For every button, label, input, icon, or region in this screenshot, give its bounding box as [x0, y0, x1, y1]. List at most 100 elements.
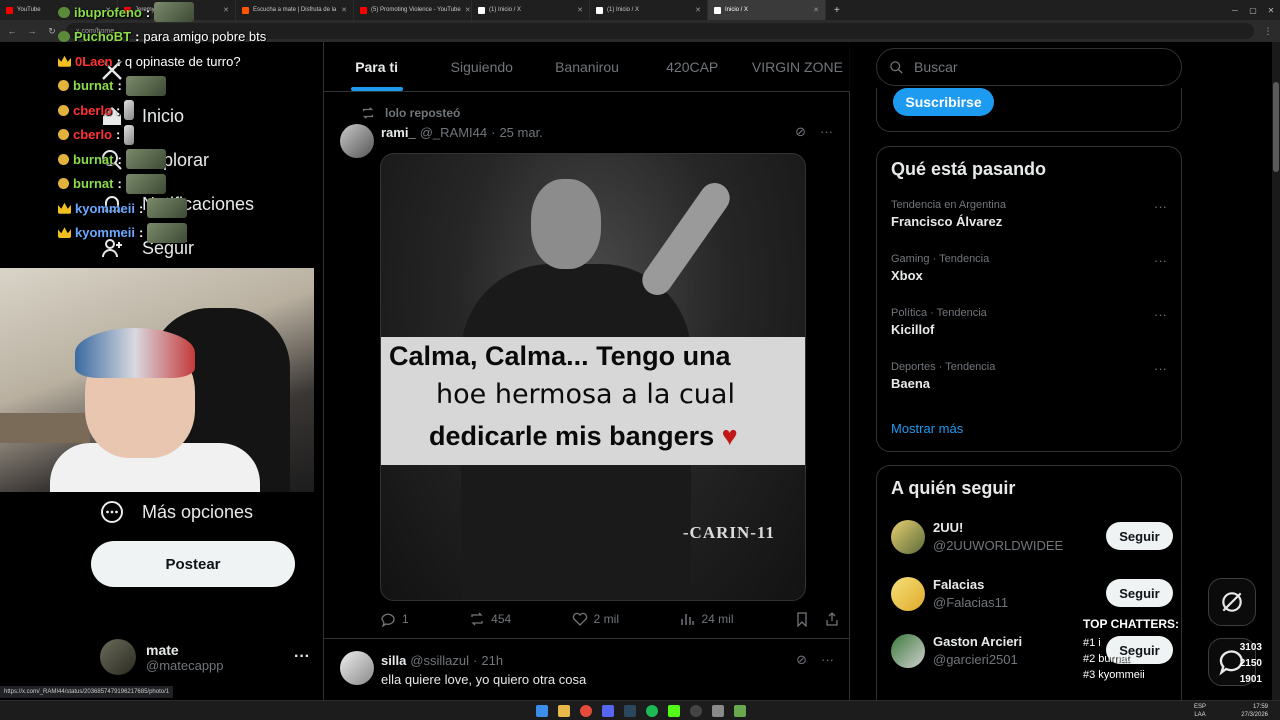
- grok-button[interactable]: [1208, 578, 1256, 626]
- grok-icon[interactable]: ⊘: [796, 652, 807, 668]
- account-switcher[interactable]: mate @matecappp ···: [100, 637, 310, 677]
- tweet-date[interactable]: 25 mar.: [499, 125, 542, 140]
- close-icon[interactable]: ✕: [465, 6, 471, 14]
- trend-item[interactable]: Política · Tendencia Kicillof ···: [891, 307, 1167, 337]
- obs-icon[interactable]: [690, 705, 702, 717]
- repost-indicator: lolo reposteó: [361, 106, 460, 120]
- meme-line-1: Calma, Calma... Tengo una: [389, 341, 731, 371]
- tweet-author-handle[interactable]: @ssillazul: [410, 653, 469, 668]
- browser-tab[interactable]: (1) Inicio / X ✕: [590, 0, 708, 20]
- follow-suggestion[interactable]: 2UU! @2UUWORLDWIDEE Seguir: [891, 518, 1173, 558]
- chrome-icon[interactable]: [580, 705, 592, 717]
- follow-button[interactable]: Seguir: [1106, 579, 1173, 607]
- reply-button[interactable]: 1: [380, 611, 409, 627]
- status-url: https://x.com/_RAMI44/status/20368574791…: [0, 686, 174, 698]
- discord-icon[interactable]: [602, 705, 614, 717]
- system-clock[interactable]: 17:59 27/3/2026: [1241, 703, 1268, 719]
- browser-tab[interactable]: (5) Promoting Violence - YouTube ✕: [354, 0, 472, 20]
- close-icon[interactable]: ✕: [577, 6, 583, 14]
- tab-title: (1) Inicio / X: [489, 7, 522, 13]
- tab-siguiendo[interactable]: Siguiendo: [429, 42, 534, 91]
- avatar[interactable]: [891, 577, 925, 611]
- close-window-icon[interactable]: ✕: [1262, 6, 1280, 15]
- trend-item[interactable]: Tendencia en Argentina Francisco Álvarez ·…: [891, 199, 1167, 229]
- more-icon[interactable]: ···: [294, 648, 310, 666]
- repost-button[interactable]: 454: [469, 611, 511, 627]
- extensions-icon[interactable]: ⋮: [1262, 26, 1274, 37]
- crown-badge-icon: [58, 55, 71, 67]
- tweet[interactable]: silla @ssillazul · 21h ⊘ ··· ella quiere…: [324, 638, 850, 700]
- minimize-icon[interactable]: ─: [1226, 6, 1244, 15]
- follow-suggestion[interactable]: Falacias @Falacias11 Seguir: [891, 575, 1173, 615]
- avatar[interactable]: [891, 634, 925, 668]
- trend-item[interactable]: Gaming · Tendencia Xbox ···: [891, 253, 1167, 283]
- top-chatters-overlay: TOP CHATTERS: #1 i #2 burnat #3 kyommeii: [1083, 617, 1193, 692]
- tab-420cap[interactable]: 420CAP: [640, 42, 745, 91]
- chat-username: 0Laen: [75, 53, 113, 69]
- scrollbar-thumb[interactable]: [1273, 82, 1279, 172]
- tweet-author-handle[interactable]: @_RAMI44: [420, 125, 487, 140]
- close-icon[interactable]: ✕: [813, 6, 819, 14]
- avatar[interactable]: [340, 651, 374, 685]
- close-icon[interactable]: ✕: [341, 6, 347, 14]
- close-icon[interactable]: ✕: [695, 6, 701, 14]
- trend-name: Xbox: [891, 268, 923, 283]
- avatar[interactable]: [340, 124, 374, 158]
- browser-tab[interactable]: (1) Inicio / X ✕: [472, 0, 590, 20]
- reposted-by: lolo reposteó: [385, 106, 461, 120]
- trend-item[interactable]: Deportes · Tendencia Baena ···: [891, 361, 1167, 391]
- more-icon[interactable]: ···: [1154, 307, 1167, 322]
- tab-virgin-zone[interactable]: VIRGIN ZONE: [745, 42, 850, 91]
- follow-button[interactable]: Seguir: [1106, 522, 1173, 550]
- tweet-image[interactable]: Calma, Calma... Tengo una hoe hermosa a …: [380, 153, 806, 601]
- avatar[interactable]: [891, 520, 925, 554]
- browser-tab[interactable]: Inicio / X ✕: [708, 0, 826, 20]
- language-indicator[interactable]: ESP LAA: [1194, 703, 1206, 719]
- maximize-icon[interactable]: ▢: [1244, 6, 1262, 15]
- tab-bananirou[interactable]: Bananirou: [534, 42, 639, 91]
- kick-icon[interactable]: [668, 705, 680, 717]
- views-button[interactable]: 24 mil: [679, 611, 733, 627]
- more-icon[interactable]: ···: [1154, 361, 1167, 376]
- tweet-author-name[interactable]: silla: [381, 653, 406, 668]
- more-options-icon: [101, 501, 123, 523]
- more-icon[interactable]: ···: [821, 652, 834, 668]
- emote-badge-icon: [58, 31, 70, 43]
- new-tab-button[interactable]: +: [826, 5, 848, 16]
- grok-icon[interactable]: ⊘: [795, 124, 806, 140]
- post-button[interactable]: Postear: [91, 541, 295, 587]
- scrollbar[interactable]: [1272, 42, 1280, 700]
- tweet-author-name[interactable]: rami_: [381, 125, 416, 140]
- show-more-link[interactable]: Mostrar más: [891, 421, 963, 436]
- windows-start-icon[interactable]: [536, 705, 548, 717]
- more-icon[interactable]: ···: [1154, 253, 1167, 268]
- spotify-icon[interactable]: [646, 705, 658, 717]
- chat-emote: [147, 222, 188, 243]
- share-icon[interactable]: [824, 611, 840, 627]
- tweet-date[interactable]: 21h: [481, 653, 503, 668]
- like-button[interactable]: 2 mil: [572, 611, 619, 627]
- file-explorer-icon[interactable]: [558, 705, 570, 717]
- smile-badge-icon: [58, 104, 69, 116]
- stream-chat-overlay: ibuprofeno: PuchoBT: para amigo pobre bts 0…: [58, 0, 318, 265]
- minecraft-icon[interactable]: [734, 705, 746, 717]
- tab-para-ti[interactable]: Para ti: [324, 42, 429, 91]
- tweet-text: ella quiere love, yo quiero otra cosa: [381, 672, 587, 687]
- forward-icon[interactable]: →: [26, 26, 38, 36]
- app-icon[interactable]: [712, 705, 724, 717]
- account-name: mate: [146, 641, 179, 658]
- steam-icon[interactable]: [624, 705, 636, 717]
- reload-icon[interactable]: ↻: [46, 26, 58, 37]
- subscribe-button[interactable]: Suscribirse: [893, 88, 994, 116]
- tab-title: (5) Promoting Violence - YouTube: [371, 7, 461, 13]
- more-icon[interactable]: ···: [1154, 199, 1167, 214]
- more-icon[interactable]: ···: [820, 124, 833, 140]
- chat-emote: [125, 173, 166, 194]
- bookmark-icon[interactable]: [794, 611, 810, 627]
- chat-message: kyommeii:: [58, 221, 318, 246]
- search-input[interactable]: Buscar: [876, 48, 1182, 86]
- trend-category: Política · Tendencia: [891, 307, 987, 319]
- crown-badge-icon: [58, 227, 71, 239]
- back-icon[interactable]: ←: [6, 26, 18, 36]
- nav-mas-opciones[interactable]: Más opciones: [100, 500, 253, 524]
